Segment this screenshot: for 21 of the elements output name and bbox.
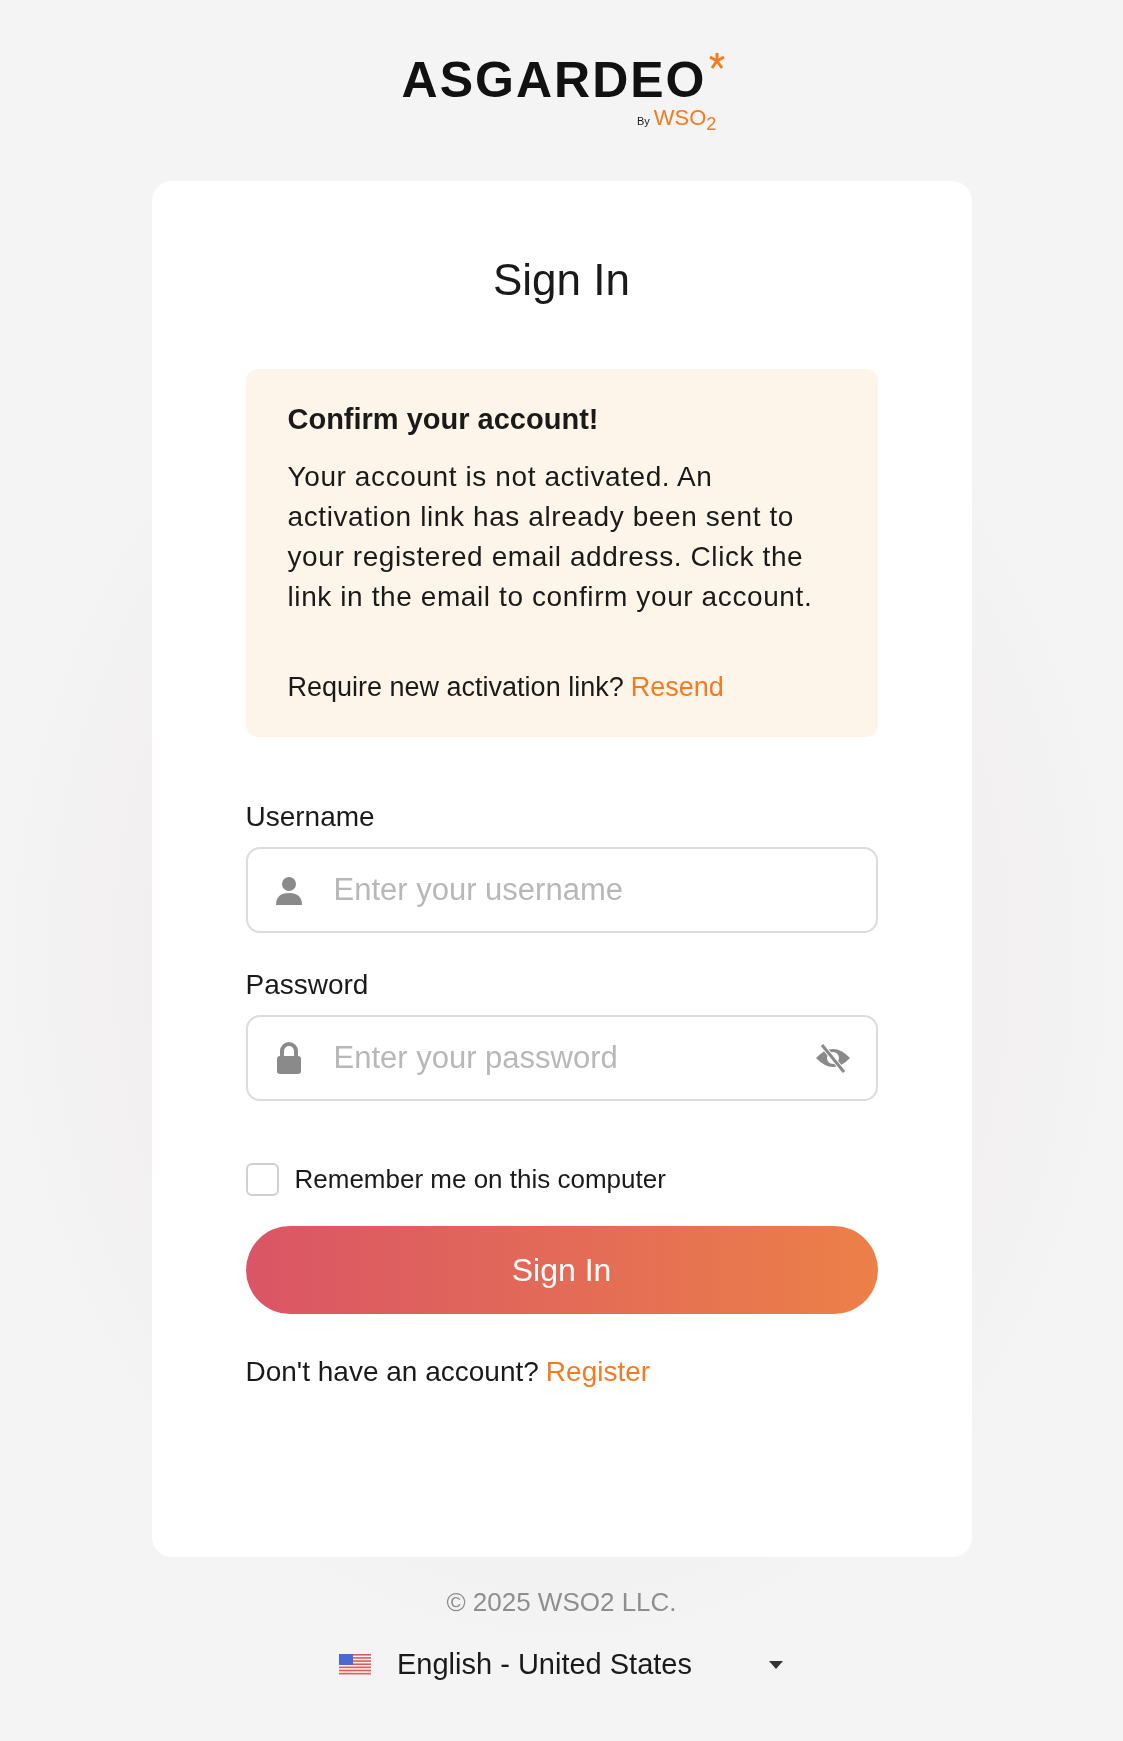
alert-heading: Confirm your account! (287, 402, 600, 438)
sign-in-button[interactable]: Sign In (245, 1226, 878, 1315)
by-label: By (636, 115, 650, 127)
language-selector[interactable]: English - United States (339, 1648, 784, 1682)
resend-prompt: Require new activation link? (287, 671, 624, 705)
register-link[interactable]: Register (545, 1356, 651, 1389)
brand-name: WSO$_{2}$ (653, 105, 717, 137)
field-label: Username (245, 800, 376, 835)
remember-label: Remember me on this computer (294, 1164, 666, 1196)
caret-icon (768, 1659, 784, 1670)
logo-wordmark: ASGARDEO (401, 55, 707, 105)
alert-message: Your account is not activated. An activation link has already been sent to your registered email address. Click the link in the email to confirm your account. (287, 460, 814, 615)
register-prompt: Don't have an account? (245, 1356, 539, 1389)
flag-icon (339, 1653, 371, 1676)
resend-link[interactable]: Resend (630, 667, 724, 708)
field-label: Password (245, 968, 370, 1003)
page-title: Sign In (492, 254, 631, 307)
remember-checkbox[interactable] (245, 1163, 279, 1197)
username-field[interactable]: Enter your username (245, 847, 878, 934)
password-field[interactable]: Enter your password (245, 1015, 878, 1102)
copyright-text: © 2025 WSO2 LLC. (446, 1587, 677, 1619)
